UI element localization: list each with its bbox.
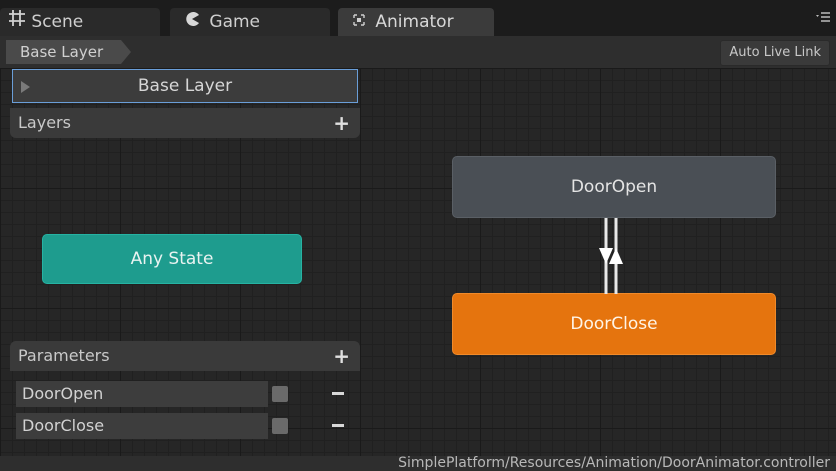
animator-window: Scene Game Animator Base Layer Auto Live…	[0, 0, 836, 471]
parameter-row: DoorClose	[10, 411, 360, 441]
layers-header: Layers +	[10, 108, 360, 138]
parameter-toggle[interactable]	[272, 418, 288, 434]
state-node-doorclose[interactable]: DoorClose	[452, 293, 776, 355]
tab-label: Scene	[31, 12, 84, 32]
tab-label: Animator	[375, 12, 454, 32]
state-node-dooropen[interactable]: DoorOpen	[452, 156, 776, 218]
layer-selector[interactable]: Base Layer	[12, 69, 358, 103]
controller-path: SimplePlatform/Resources/Animation/DoorA…	[398, 455, 830, 471]
remove-parameter-button[interactable]	[332, 392, 344, 395]
parameters-title: Parameters	[18, 346, 110, 365]
add-layer-button[interactable]: +	[333, 108, 350, 138]
grid-icon	[8, 8, 26, 36]
remove-parameter-button[interactable]	[332, 424, 344, 427]
status-bar: SimplePlatform/Resources/Animation/DoorA…	[0, 455, 836, 471]
pacman-icon	[184, 8, 200, 36]
add-parameter-button[interactable]: +	[333, 341, 350, 371]
parameter-row: DoorOpen	[10, 379, 360, 409]
tab-animator[interactable]: Animator	[338, 8, 494, 36]
tab-bar: Scene Game Animator	[0, 0, 836, 37]
breadcrumb[interactable]: Base Layer	[6, 40, 132, 64]
transition-arrows[interactable]	[590, 218, 630, 294]
animator-icon	[352, 8, 366, 36]
auto-live-link-button[interactable]: Auto Live Link	[720, 40, 830, 66]
parameter-toggle[interactable]	[272, 386, 288, 402]
any-state-node[interactable]: Any State	[42, 234, 302, 284]
tab-game[interactable]: Game	[170, 8, 330, 36]
parameter-name-field[interactable]: DoorClose	[16, 413, 268, 439]
layers-title: Layers	[18, 113, 71, 132]
tab-scene[interactable]: Scene	[0, 8, 160, 36]
parameters-header: Parameters +	[10, 341, 360, 371]
layer-name: Base Layer	[137, 76, 233, 96]
tab-label: Game	[209, 12, 261, 32]
parameter-name-field[interactable]: DoorOpen	[16, 381, 268, 407]
breadcrumb-bar: Base Layer Auto Live Link	[0, 36, 836, 69]
panel-menu-icon[interactable]	[816, 12, 830, 22]
expand-arrow-icon[interactable]	[21, 81, 30, 93]
